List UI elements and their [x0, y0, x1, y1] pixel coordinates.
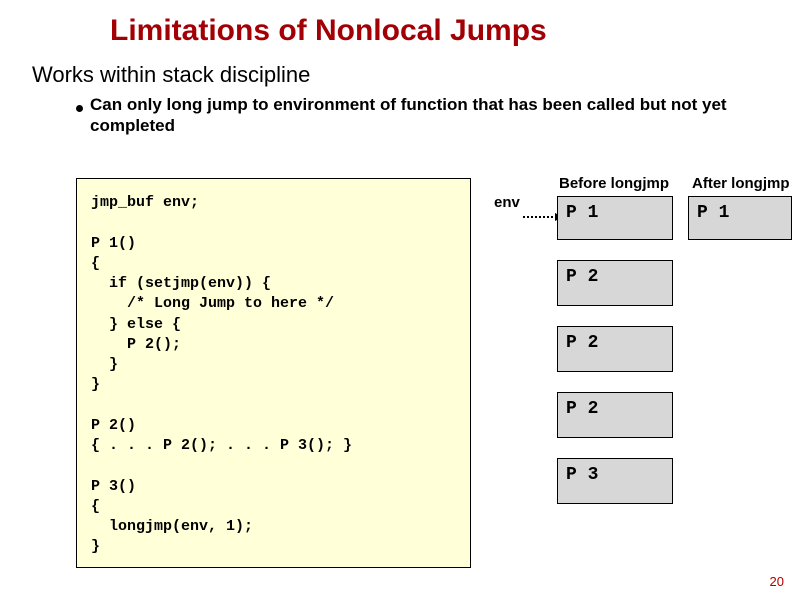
stack-frame-before: P 3: [557, 458, 673, 504]
env-pointer-arrow-icon: [523, 216, 561, 218]
code-content: jmp_buf env; P 1() { if (setjmp(env)) { …: [91, 193, 456, 558]
stack-frame-before: P 1: [557, 196, 673, 240]
stack-frame-before: P 2: [557, 326, 673, 372]
slide-title: Limitations of Nonlocal Jumps: [110, 14, 547, 48]
stack-frame-before: P 2: [557, 260, 673, 306]
label-before-longjmp: Before longjmp: [559, 175, 669, 192]
page-number: 20: [770, 574, 784, 589]
code-panel: jmp_buf env; P 1() { if (setjmp(env)) { …: [76, 178, 471, 568]
bullet-text: Can only long jump to environment of fun…: [90, 94, 760, 137]
label-env: env: [494, 194, 520, 211]
bullet-dot-icon: [76, 105, 83, 112]
slide-subtitle: Works within stack discipline: [32, 62, 310, 88]
stack-frame-before: P 2: [557, 392, 673, 438]
stack-frame-after: P 1: [688, 196, 792, 240]
label-after-longjmp: After longjmp: [692, 175, 790, 192]
